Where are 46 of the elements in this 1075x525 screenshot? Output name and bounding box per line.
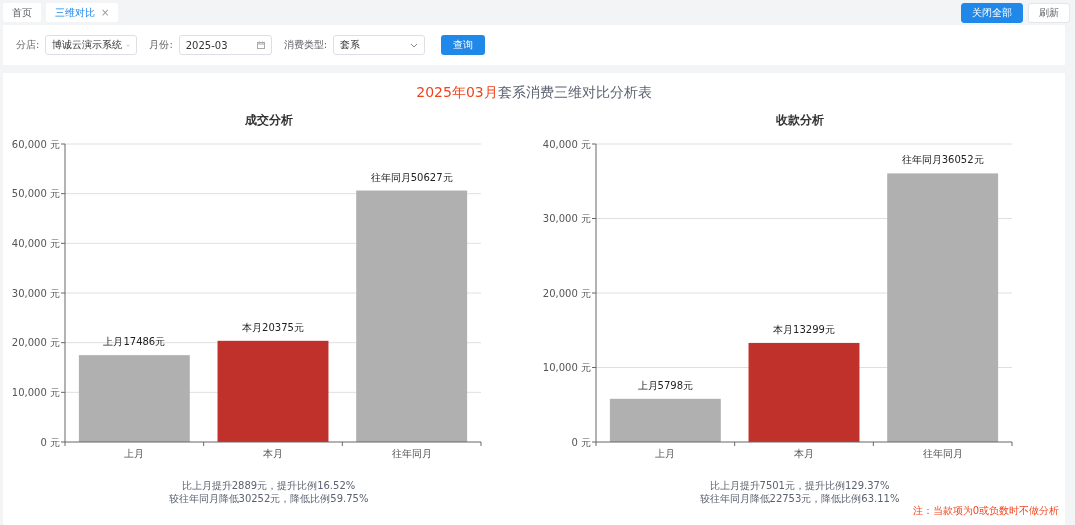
y-tick-label: 30,000 元 [542,213,591,224]
date-field[interactable]: 2025-03 [178,35,272,55]
bar-value-label: 上月5798元 [637,379,694,391]
summary-text: 较往年同月降低22753元，降低比例63.11% [699,492,900,505]
calendar-icon [256,41,265,49]
y-tick-label: 60,000 元 [11,138,60,150]
chart-title: 收款分析 [775,112,824,129]
summary-text: 比上月提升2889元，提升比例16.52% [180,479,357,492]
tab[interactable]: 三维对比 × [46,3,119,22]
bar-value-label: 往年同月36052元 [901,154,984,166]
report-title: 2025年03月 套系消费三维对比分析表 [415,83,653,102]
y-tick-label: 50,000 元 [11,188,60,200]
x-tick-label: 往年同月 [391,448,432,459]
chart-title: 成交分析 [244,112,293,129]
summary-text: 较往年同月降低30252元，降低比例59.75% [168,492,369,505]
x-tick-label: 上月 [124,448,145,459]
chevron-down-icon [410,42,419,48]
y-tick-label: 0 元 [40,436,60,448]
note-text: 注：当款项为0或负数时不做分析 [912,505,1059,517]
filter-label: 月份: [149,38,173,52]
select-field[interactable]: 博诚云演示系统 [45,35,138,55]
tab[interactable]: 首页 [3,3,41,22]
close-all-button[interactable]: 关闭全部 [961,2,1023,23]
bar-value-label: 本月13299元 [773,323,835,335]
x-tick-label: 本月 [263,448,283,459]
y-tick-label: 20,000 元 [11,337,60,349]
filter-label: 分店: [16,38,40,52]
bar-value-label: 上月17486元 [103,336,166,348]
y-tick-label: 40,000 元 [11,237,60,249]
bar-value-label: 往年同月50627元 [370,171,453,183]
x-tick-label: 上月 [655,448,676,459]
y-tick-label: 0 元 [571,436,591,448]
refresh-button[interactable]: 刷新 [1028,2,1070,23]
y-tick-label: 40,000 元 [542,138,591,150]
y-tick-label: 20,000 元 [542,287,591,299]
x-tick-label: 本月 [794,448,814,459]
y-tick-label: 10,000 元 [542,362,591,373]
x-tick-label: 往年同月 [922,448,963,459]
y-tick-label: 10,000 元 [11,386,60,398]
query-button[interactable]: 查询 [441,35,486,55]
summary-text: 比上月提升7501元，提升比例129.37% [708,479,891,492]
filter-label: 消费类型: [283,38,328,52]
select-field[interactable]: 套系 [333,35,426,55]
bar-value-label: 本月20375元 [242,321,304,333]
y-tick-label: 30,000 元 [11,287,60,299]
chevron-down-icon [126,42,131,48]
